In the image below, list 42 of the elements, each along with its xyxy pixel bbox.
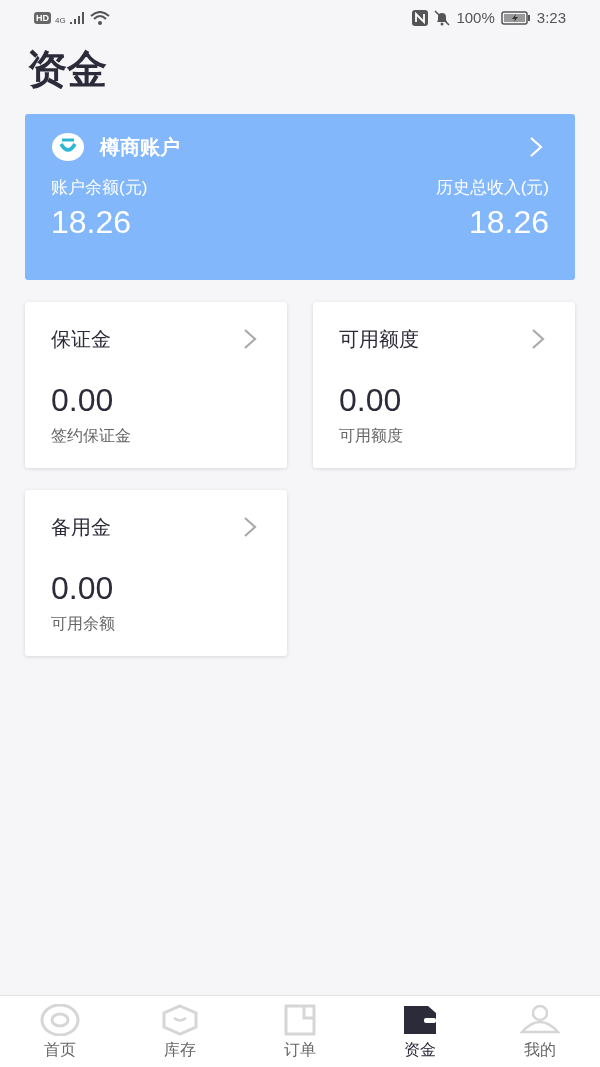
- battery-charging-icon: [500, 11, 531, 25]
- chevron-right-icon: [243, 516, 257, 538]
- hd-badge: HD: [34, 12, 51, 24]
- tab-item[interactable]: 我的: [480, 996, 600, 1067]
- tab-item[interactable]: 库存: [120, 996, 240, 1067]
- mute-bell-icon: [434, 10, 451, 26]
- fund-caption: 签约保证金: [51, 426, 131, 446]
- chevron-right-icon: [243, 328, 257, 350]
- fund-caption: 可用余额: [51, 614, 115, 634]
- signal-icon: [69, 12, 86, 24]
- network-type: 4G: [55, 17, 66, 25]
- fund-amount: 0.00: [51, 570, 114, 606]
- fund-title: 保证金: [51, 327, 111, 352]
- tab-item[interactable]: 首页: [0, 996, 120, 1067]
- fund-caption: 可用额度: [339, 426, 403, 446]
- clock-time: 3:23: [536, 7, 566, 28]
- balance-label: 账户余额(元): [51, 177, 148, 199]
- battery-percent: 100%: [456, 7, 495, 28]
- fund-title: 备用金: [51, 515, 111, 540]
- wifi-icon: [89, 11, 110, 25]
- fund-title: 可用额度: [339, 327, 419, 352]
- account-name: 樽商账户: [100, 135, 180, 160]
- balance-amount: 18.26: [51, 202, 132, 242]
- target-icon: [40, 1004, 80, 1036]
- fund-card[interactable]: 备用金 0.00 可用余额: [25, 490, 287, 656]
- person-icon: [520, 1004, 560, 1036]
- tab-item[interactable]: 订单: [240, 996, 360, 1067]
- hexagon-box-icon: [162, 1004, 198, 1036]
- fund-card[interactable]: 可用额度 0.00 可用额度: [313, 302, 575, 468]
- smile-logo-icon: [51, 132, 85, 162]
- income-label: 历史总收入(元): [435, 177, 549, 199]
- income-amount: 18.26: [468, 202, 549, 242]
- page-title: 资金: [26, 46, 108, 93]
- fund-amount: 0.00: [51, 382, 114, 418]
- tab-item[interactable]: 资金: [360, 996, 480, 1067]
- nfc-icon: [412, 10, 429, 26]
- wallet-outline-icon: [284, 1004, 316, 1036]
- chevron-right-icon: [529, 136, 543, 158]
- wallet-icon: [402, 1004, 438, 1036]
- chevron-right-icon: [531, 328, 545, 350]
- fund-amount: 0.00: [339, 382, 402, 418]
- fund-card[interactable]: 保证金 0.00 签约保证金: [25, 302, 287, 468]
